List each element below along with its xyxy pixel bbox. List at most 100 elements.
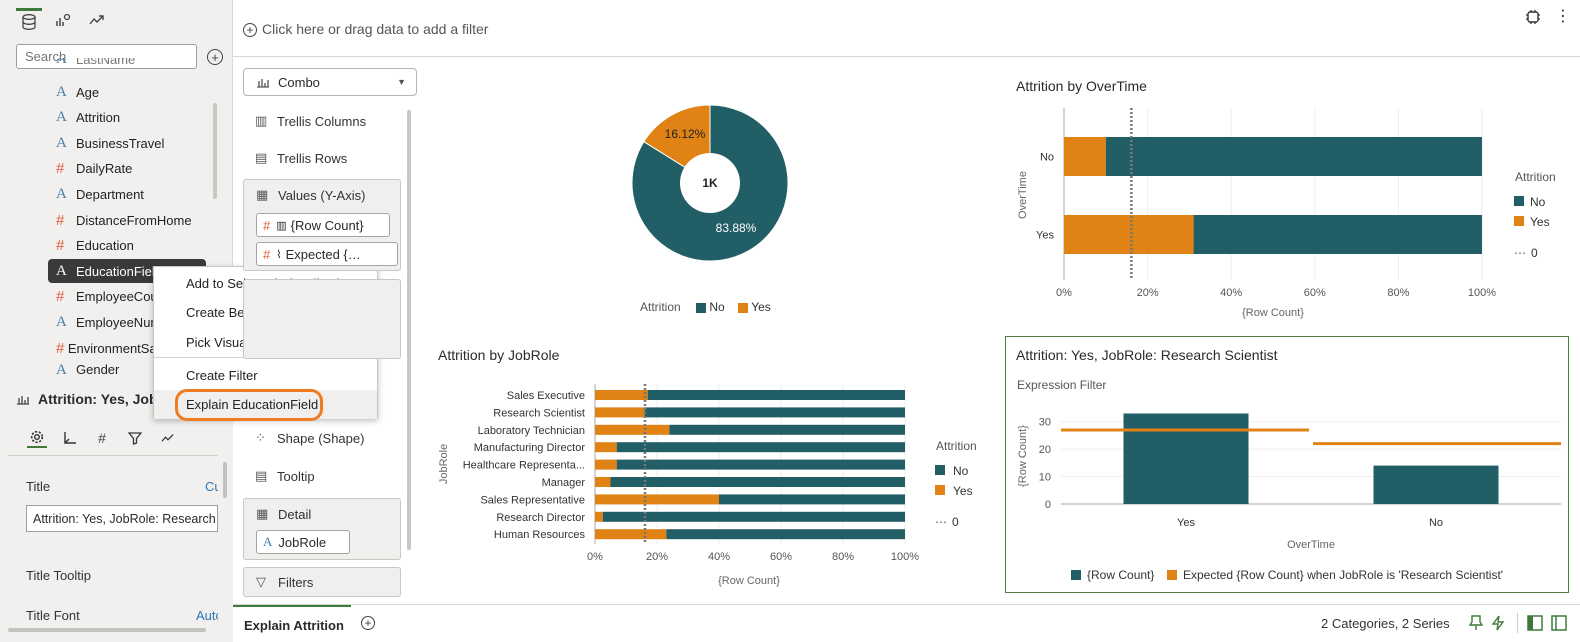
legend-label-yes: Yes	[751, 300, 771, 314]
values-section[interactable]: ▦ Values (Y-Axis) # ▥ {Row Count} # ⌇ Expecte…	[243, 179, 401, 271]
lightning-icon[interactable]	[1491, 615, 1507, 631]
donut-chart[interactable]: 1K 16.12% 83.88%	[620, 95, 800, 275]
filter-icon: ▽	[256, 574, 266, 589]
legend-swatch-expected	[1167, 570, 1177, 580]
overtime-legend-title: Attrition	[1515, 170, 1556, 184]
column-label: Attrition	[76, 110, 121, 126]
detail-section[interactable]: ▦ Detail A JobRole	[243, 498, 401, 560]
column-item-distancefromhome[interactable]: # DistanceFromHome	[48, 208, 208, 232]
filters-section[interactable]: ▽ Filters	[243, 567, 401, 597]
columns-icon: ▥	[255, 113, 268, 128]
jobrole-pill[interactable]: A JobRole	[256, 530, 350, 554]
tab-explain-attrition[interactable]: Explain Attrition	[233, 605, 351, 642]
general-properties-tab[interactable]	[27, 428, 47, 448]
bar-no[interactable]	[610, 477, 906, 487]
trellis-rows-drop[interactable]: ▤ Trellis Rows	[243, 142, 347, 174]
explain-chart[interactable]: 0 10 20 30 Yes No {Row Count} OverTime {Row C…	[1008, 396, 1568, 592]
add-canvas-icon[interactable]: +	[361, 616, 375, 630]
overtime-x-axis-label: {Row Count}	[1242, 307, 1304, 319]
expected-row-count-pill[interactable]: #⌇Expected {Row Count} when JobRole is '…	[256, 242, 398, 266]
tooltip-drop[interactable]: ▤ Tooltip	[243, 460, 315, 492]
column-item-attrition[interactable]: A Attrition	[48, 106, 208, 130]
bar-no[interactable]	[616, 459, 905, 470]
add-data-icon[interactable]: +	[207, 49, 223, 65]
analytics-tab[interactable]	[84, 8, 110, 32]
bar-yes[interactable]	[595, 424, 670, 435]
bar-yes[interactable]	[595, 442, 617, 453]
analytics-properties-tab[interactable]	[158, 428, 178, 448]
bar-yes[interactable]	[595, 459, 617, 470]
add-filter-icon: +	[243, 23, 257, 37]
jobrole-y-axis-label: JobRole	[438, 444, 450, 484]
x-tick-label: 100%	[1468, 287, 1496, 299]
measure-icon: #	[56, 288, 65, 306]
filter-bar[interactable]: + Click here or drag data to add a filte…	[233, 0, 1580, 57]
x-tick-label: 20%	[1137, 287, 1159, 299]
bar-row-count[interactable]	[1123, 413, 1249, 504]
filter-icon	[128, 432, 142, 445]
bar-yes[interactable]	[1064, 137, 1106, 176]
column-item-education[interactable]: # Education	[48, 234, 208, 258]
layout-right-icon[interactable]	[1551, 615, 1567, 631]
axis-properties-tab[interactable]	[60, 428, 80, 448]
bar-yes[interactable]	[595, 477, 611, 487]
bar-no[interactable]	[1193, 215, 1482, 254]
bar-no[interactable]	[1105, 137, 1482, 176]
pin-icon[interactable]	[1468, 615, 1485, 631]
overtime-chart[interactable]: 0% 20% 40% 60% 80% 100% No Yes OverTime {Row Co…	[1010, 105, 1570, 327]
title-font-mode-link[interactable]: Auto	[196, 608, 218, 623]
bar-no[interactable]	[669, 424, 905, 435]
bar-yes[interactable]	[595, 494, 719, 505]
bar-no[interactable]	[644, 407, 905, 418]
visualizations-tab[interactable]	[50, 8, 76, 32]
column-list-scrollbar[interactable]	[213, 103, 217, 199]
row-count-pill[interactable]: # ▥ {Row Count}	[256, 213, 390, 237]
column-label: DistanceFromHome	[76, 212, 192, 228]
trellis-columns-drop[interactable]: ▥ Trellis Columns	[243, 105, 366, 137]
column-item-businesstravel[interactable]: A BusinessTravel	[48, 131, 208, 155]
bar-no[interactable]	[602, 511, 905, 522]
line-icon: ⌇	[276, 248, 282, 261]
bar-yes[interactable]	[595, 407, 645, 418]
attribute-icon: A	[56, 361, 67, 378]
bar-no[interactable]	[616, 442, 905, 453]
column-item-truncated: A LastName	[56, 58, 136, 67]
legend-more-icon[interactable]: ⋯	[935, 515, 947, 529]
properties-scrollbar[interactable]	[223, 462, 227, 498]
divider	[8, 455, 218, 456]
legend-extra-value: 0	[1531, 246, 1538, 260]
category-label: Yes	[1036, 230, 1054, 242]
shape-drop[interactable]: ⁘ Shape (Shape)	[243, 422, 364, 454]
layout-left-icon[interactable]	[1527, 615, 1543, 631]
filter-properties-tab[interactable]	[125, 428, 145, 448]
viz-type-dropdown[interactable]: Combo ▼	[243, 68, 417, 96]
title-mode-link[interactable]: Custom	[205, 479, 218, 494]
filter-settings-icon[interactable]	[1525, 9, 1543, 27]
values-properties-tab[interactable]: #	[92, 428, 112, 448]
bar-no[interactable]	[647, 390, 905, 400]
legend-label-no: No	[709, 300, 725, 314]
column-label: Age	[76, 84, 100, 100]
column-item-dailyrate[interactable]: # DailyRate	[48, 157, 208, 181]
bar-no[interactable]	[666, 529, 905, 540]
title-input[interactable]: Attrition: Yes, JobRole: Research Scient…	[26, 505, 218, 532]
grammar-scrollbar[interactable]	[407, 110, 411, 550]
horizontal-scrollbar[interactable]	[8, 628, 206, 632]
legend-more-icon[interactable]: ⋯	[1514, 246, 1526, 260]
color-section[interactable]	[243, 279, 401, 359]
column-item-age[interactable]: A Age	[48, 80, 208, 104]
x-tick-label: 20%	[646, 551, 668, 563]
bar-yes[interactable]	[595, 529, 667, 540]
bar-row-count[interactable]	[1373, 465, 1499, 504]
data-tab[interactable]	[16, 8, 42, 32]
jobrole-legend-title: Attrition	[936, 439, 977, 453]
bar-yes[interactable]	[595, 390, 648, 400]
jobrole-chart[interactable]: 0% 20% 40% 60% 80% 100% Sales Executive Researc…	[430, 378, 990, 593]
bar-yes[interactable]	[595, 511, 603, 522]
more-options-icon[interactable]: ⋮	[1555, 9, 1571, 27]
bar-no[interactable]	[719, 494, 905, 505]
column-label: BusinessTravel	[76, 135, 165, 151]
legend-label-yes: Yes	[1530, 215, 1550, 229]
column-item-department[interactable]: A Department	[48, 182, 208, 206]
bar-yes[interactable]	[1064, 215, 1194, 254]
